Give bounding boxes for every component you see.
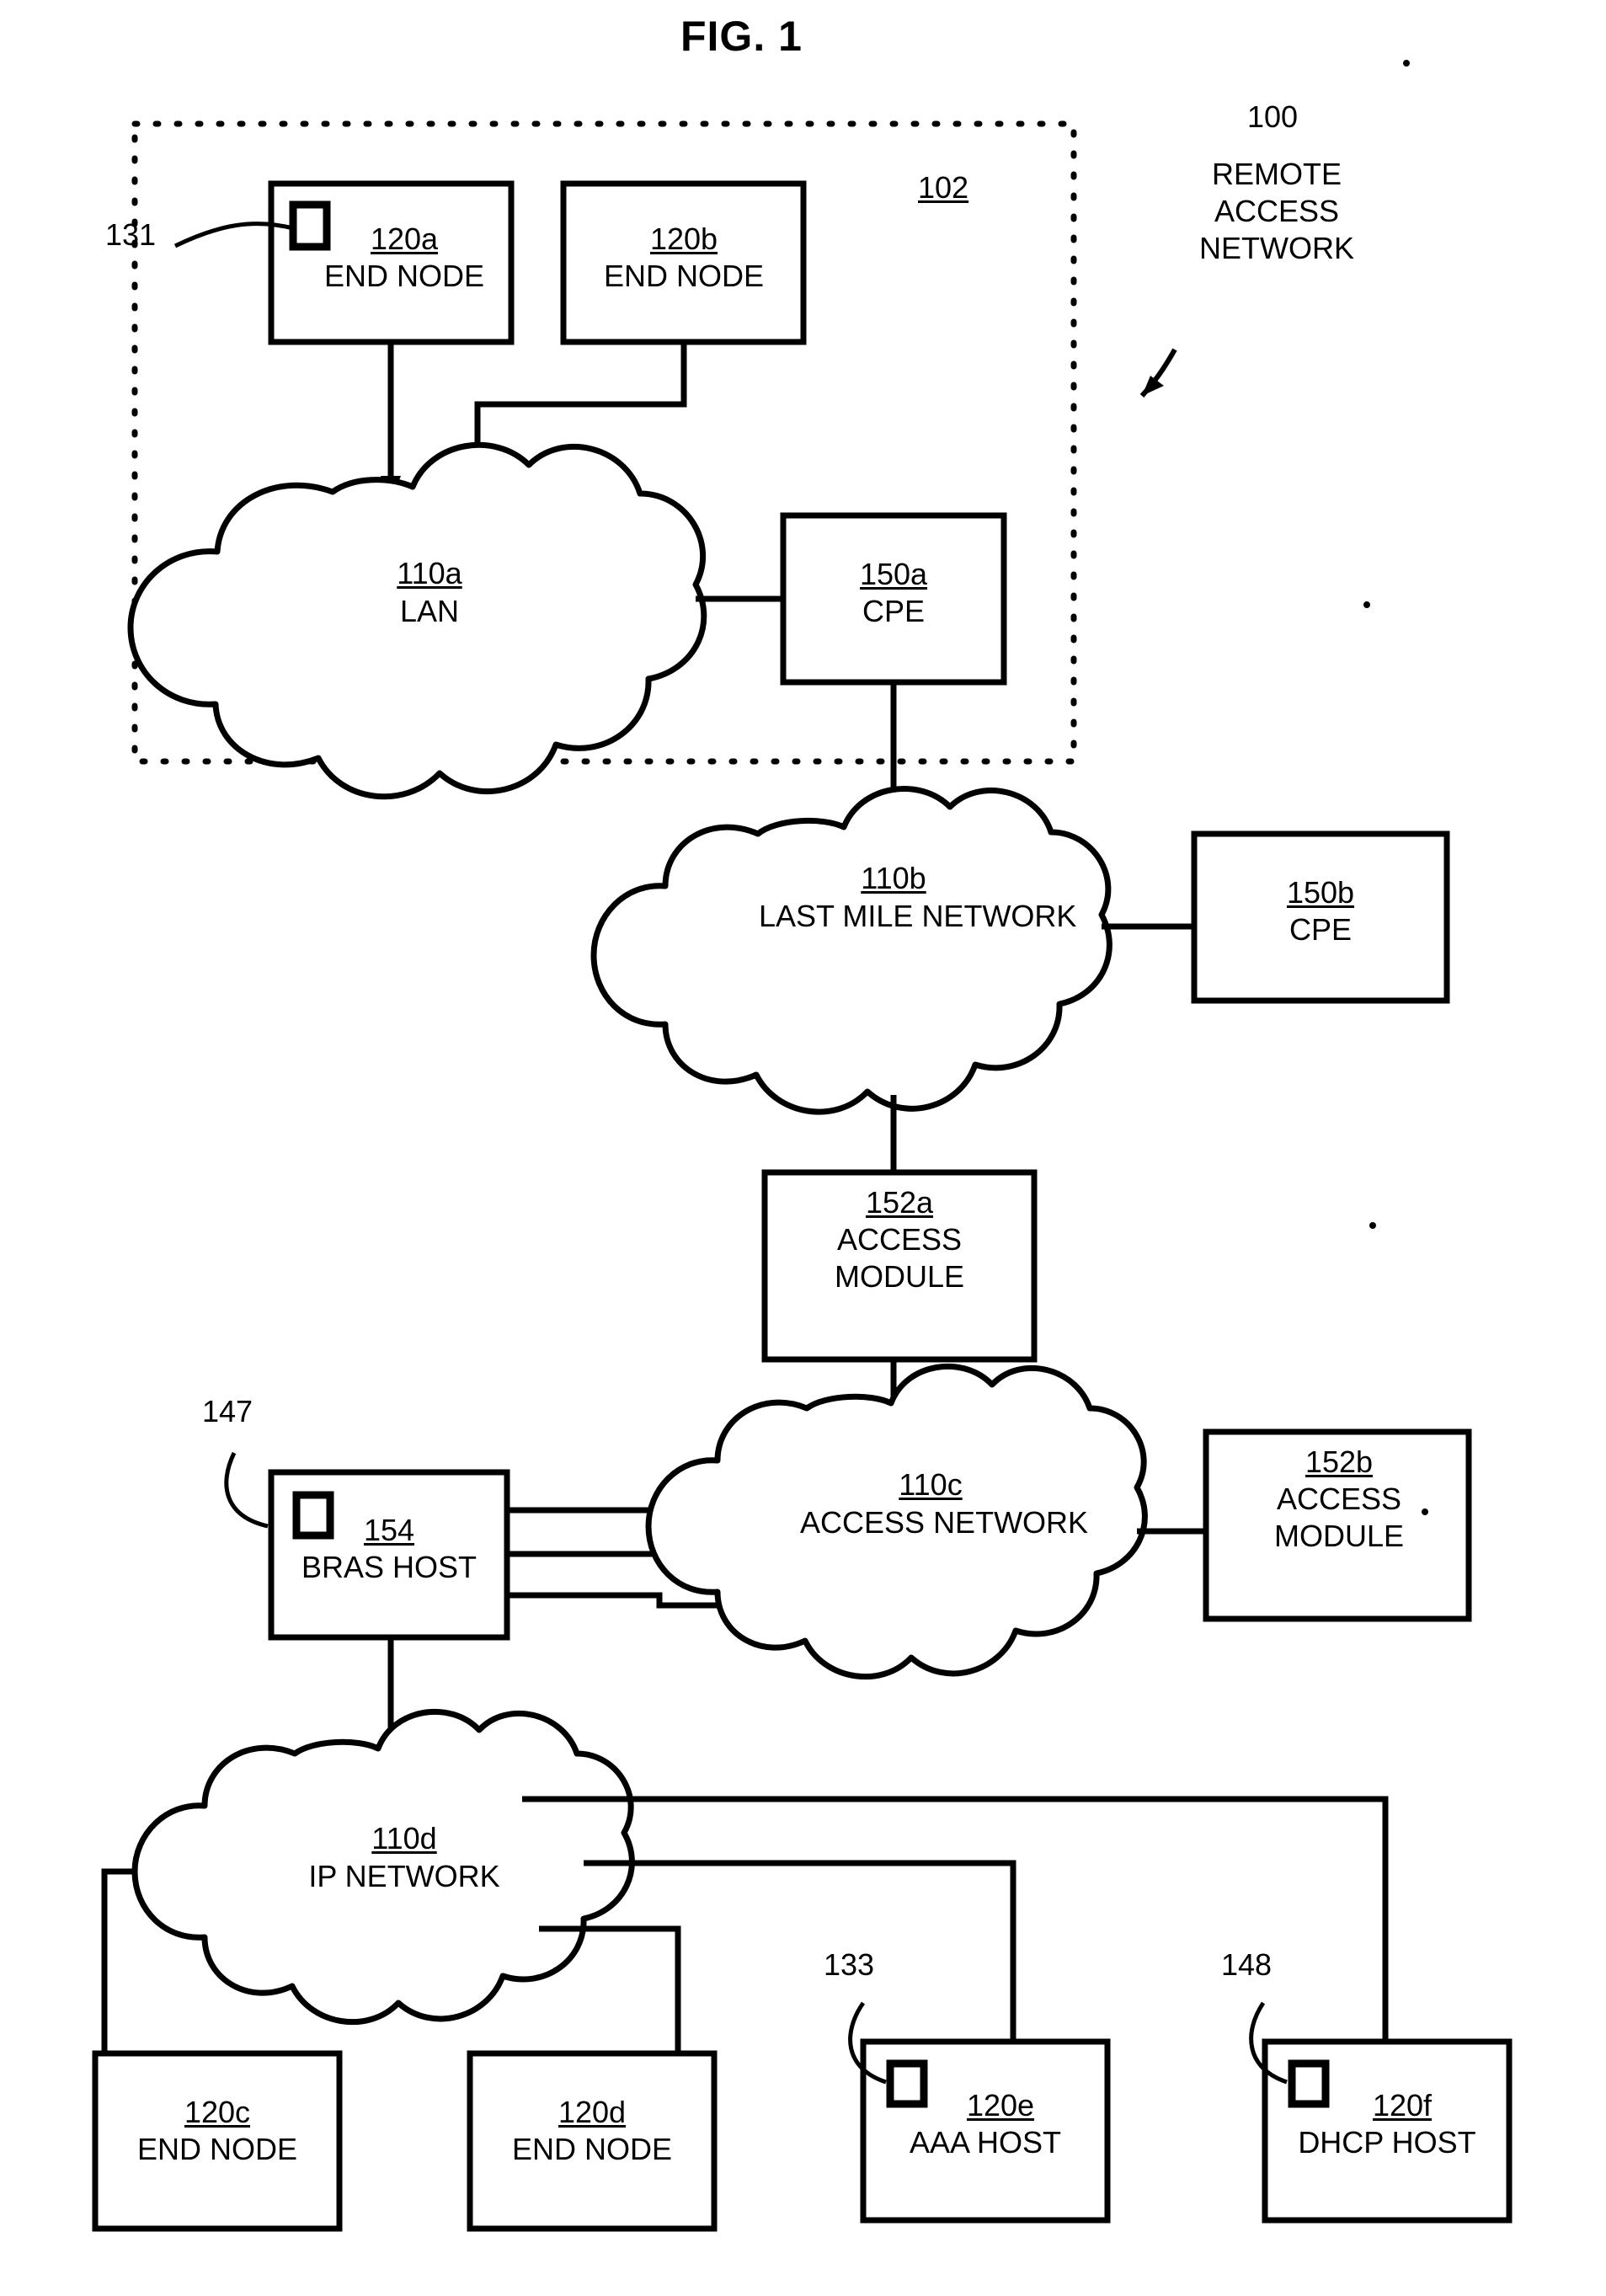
scan-speck-1 — [1403, 60, 1410, 67]
end-node-c-box[interactable] — [92, 2050, 343, 2232]
cpe-b-box[interactable] — [1191, 830, 1450, 1004]
link-ip-network-to-dhcp-host — [522, 1796, 1389, 2042]
scan-speck-4 — [1422, 1508, 1428, 1515]
link-bras-to-access-network-3 — [507, 1592, 741, 1609]
system-label-line-1: REMOTE — [1211, 157, 1342, 191]
interface-icon-148 — [1288, 2059, 1330, 2108]
end-node-d-box[interactable] — [467, 2050, 718, 2232]
system-label-line-2: ACCESS — [1214, 194, 1340, 228]
remote-site-ref-number: 102 — [918, 170, 969, 205]
system-label: REMOTE ACCESS NETWORK — [1167, 156, 1386, 267]
ref-number-148: 148 — [1221, 1947, 1273, 1982]
access-module-b-box[interactable] — [1203, 1428, 1472, 1622]
ip-network-cloud[interactable] — [131, 1708, 635, 2026]
last-mile-cloud[interactable] — [590, 786, 1112, 1115]
link-ip-network-to-aaa-host — [584, 1860, 1016, 2042]
diagram-canvas — [92, 60, 1513, 2232]
access-network-cloud[interactable] — [645, 1363, 1148, 1680]
cpe-a-box[interactable] — [780, 512, 1007, 686]
ref-number-147: 147 — [202, 1394, 253, 1428]
patent-figure-page: FIG. 1 100 REMOTE ACCESS NETWORK 102 131… — [0, 0, 1606, 2296]
lan-cloud[interactable] — [127, 441, 707, 800]
system-pointer-arrow — [1139, 348, 1177, 398]
end-node-b-box[interactable] — [560, 180, 807, 345]
ref-number-133: 133 — [824, 1947, 875, 1982]
ref-number-131: 131 — [105, 217, 157, 252]
interface-icon-147 — [292, 1491, 334, 1540]
leader-line-147 — [224, 1451, 269, 1529]
interface-icon-131 — [289, 200, 331, 251]
scan-speck-2 — [1363, 601, 1370, 608]
access-module-a-box[interactable] — [761, 1169, 1038, 1363]
system-ref-number: 100 — [1247, 99, 1299, 134]
figure-title: FIG. 1 — [680, 13, 803, 60]
link-ip-network-to-end-node-c — [101, 1868, 135, 2053]
interface-icon-133 — [886, 2059, 928, 2108]
system-label-line-3: NETWORK — [1199, 231, 1354, 265]
scan-speck-3 — [1369, 1222, 1376, 1229]
